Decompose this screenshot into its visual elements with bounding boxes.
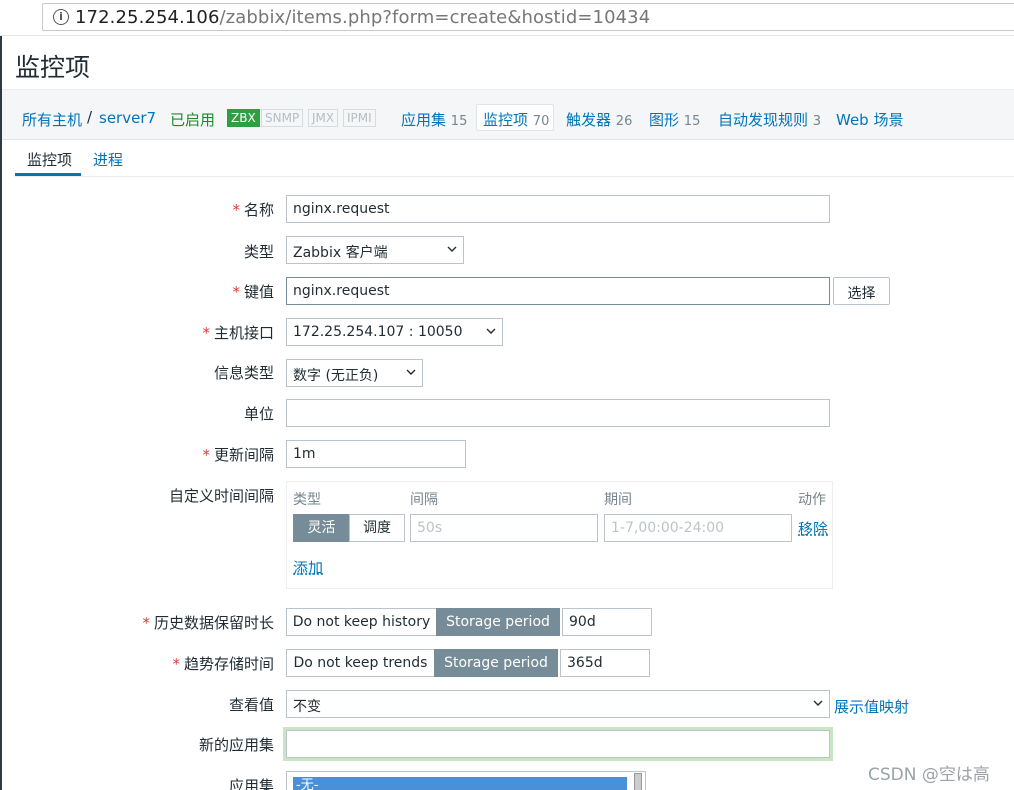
- left-edge: [0, 36, 2, 790]
- info-type-select-value: 数字 (无正负): [293, 368, 379, 384]
- nav-graphs[interactable]: 图形 15: [649, 109, 700, 130]
- nav-triggers[interactable]: 触发器 26: [566, 109, 632, 130]
- col-type-header: 类型: [293, 492, 321, 508]
- type-select[interactable]: Zabbix 客户端: [286, 236, 464, 264]
- chevron-down-icon: [446, 243, 458, 255]
- applications-label: 应用集: [228, 777, 274, 790]
- list-item[interactable]: -无-: [293, 777, 627, 790]
- flexible-toggle[interactable]: 灵活: [293, 514, 350, 542]
- history-label: * 历史数据保留时长: [142, 614, 274, 632]
- custom-intervals-table: 类型 间隔 期间 动作 灵活 调度 50s 1-7,00:00-24:00 移除…: [286, 481, 833, 589]
- interface-select[interactable]: 172.25.254.107 : 10050: [286, 318, 503, 346]
- trends-storage-period-toggle[interactable]: Storage period: [434, 649, 558, 677]
- chevron-down-icon: [485, 325, 497, 337]
- name-input[interactable]: nginx.request: [286, 195, 830, 223]
- interval-input[interactable]: 50s: [410, 514, 598, 542]
- badge-ipmi: IPMI: [343, 109, 376, 127]
- url-field[interactable]: i 172.25.254.106/zabbix/items.php?form=c…: [42, 3, 1014, 31]
- valuemap-select-value: 不变: [293, 699, 321, 715]
- units-input[interactable]: [286, 399, 830, 427]
- chevron-down-icon: [405, 366, 417, 378]
- host-navigation: 所有主机 / server7 已启用 ZBX SNMP JMX IPMI 应用集…: [2, 90, 1014, 140]
- info-type-select[interactable]: 数字 (无正负): [286, 359, 423, 387]
- url-text[interactable]: 172.25.254.106/zabbix/items.php?form=cre…: [75, 7, 650, 28]
- applications-listbox[interactable]: -无-: [286, 771, 646, 790]
- show-value-mappings-link[interactable]: 展示值映射: [834, 696, 909, 717]
- interface-select-value: 172.25.254.107 : 10050: [293, 324, 463, 340]
- breadcrumb-all-hosts[interactable]: 所有主机: [22, 109, 82, 130]
- new-application-input[interactable]: [286, 730, 830, 758]
- breadcrumb-separator: /: [87, 108, 93, 126]
- tab-process[interactable]: 进程: [93, 149, 123, 170]
- history-period-input[interactable]: 90d: [562, 608, 652, 636]
- remove-interval-link[interactable]: 移除: [798, 518, 828, 539]
- form-tabs: 监控项 进程: [15, 140, 1014, 177]
- period-input[interactable]: 1-7,00:00-24:00: [604, 514, 792, 542]
- units-label: 单位: [243, 405, 274, 423]
- info-icon[interactable]: i: [53, 9, 69, 25]
- history-storage-period-toggle[interactable]: Storage period: [436, 608, 560, 636]
- update-interval-input[interactable]: 1m: [286, 440, 466, 468]
- badge-zbx: ZBX: [227, 109, 260, 127]
- add-interval-link[interactable]: 添加: [293, 557, 323, 578]
- host-status-enabled[interactable]: 已启用: [170, 109, 215, 130]
- col-interval-header: 间隔: [410, 492, 438, 508]
- update-interval-label: * 更新间隔: [202, 446, 274, 464]
- tab-items[interactable]: 监控项: [27, 149, 72, 170]
- nav-web-scenarios[interactable]: Web 场景: [836, 109, 903, 130]
- watermark: CSDN @空は高: [868, 765, 990, 785]
- browser-address-bar: i 172.25.254.106/zabbix/items.php?form=c…: [0, 0, 1014, 36]
- scheduling-toggle[interactable]: 调度: [349, 514, 405, 542]
- col-period-header: 期间: [604, 492, 632, 508]
- nav-items[interactable]: 监控项 70: [483, 109, 549, 130]
- active-tab-indicator: [15, 173, 81, 176]
- valuemap-select[interactable]: 不变: [286, 690, 830, 718]
- type-label: 类型: [243, 243, 274, 261]
- trends-period-input[interactable]: 365d: [560, 649, 650, 677]
- info-type-label: 信息类型: [213, 364, 274, 382]
- badge-jmx: JMX: [308, 109, 339, 127]
- badge-snmp: SNMP: [261, 109, 304, 127]
- valuemap-label: 查看值: [228, 696, 274, 714]
- key-input[interactable]: nginx.request: [286, 277, 830, 305]
- listbox-scrollbar[interactable]: [634, 773, 642, 790]
- select-key-button[interactable]: 选择: [833, 277, 890, 305]
- name-label: * 名称: [232, 201, 274, 219]
- nav-applications[interactable]: 应用集 15: [401, 109, 467, 130]
- trends-do-not-keep-toggle[interactable]: Do not keep trends: [286, 649, 435, 677]
- new-application-label: 新的应用集: [198, 736, 274, 754]
- nav-discovery-rules[interactable]: 自动发现规则 3: [718, 109, 821, 130]
- type-select-value: Zabbix 客户端: [293, 245, 388, 261]
- col-action-header: 动作: [798, 492, 826, 508]
- breadcrumb-host[interactable]: server7: [99, 109, 156, 127]
- custom-intervals-label: 自定义时间间隔: [168, 487, 274, 505]
- trends-label: * 趋势存储时间: [172, 655, 274, 673]
- page-title: 监控项: [15, 53, 91, 82]
- chevron-down-icon: [812, 697, 824, 709]
- interface-label: * 主机接口: [202, 324, 274, 342]
- history-do-not-keep-toggle[interactable]: Do not keep history: [286, 608, 437, 636]
- key-label: * 键值: [232, 283, 274, 301]
